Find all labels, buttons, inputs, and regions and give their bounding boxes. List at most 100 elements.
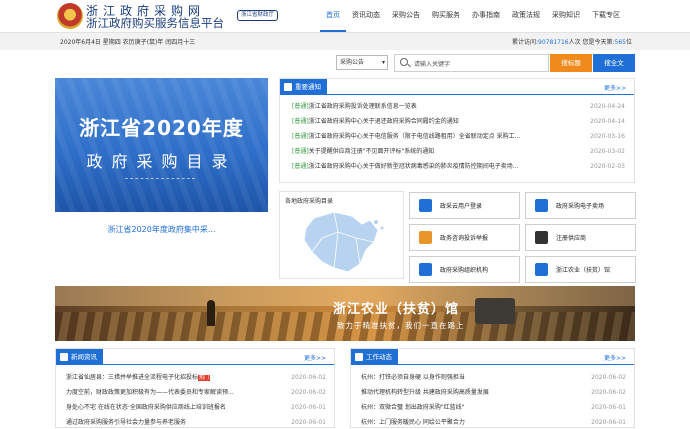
notice-tag: [普通] <box>292 118 309 125</box>
service-tile[interactable]: 政采云用户登录 <box>409 192 520 219</box>
news-more-link[interactable]: 更多>> <box>304 353 326 362</box>
visits-prefix: 累计访问: <box>512 39 539 46</box>
catalog-banner[interactable]: 浙江省2020年度 政府采购目录 <box>55 78 268 212</box>
visits-count: 90781716 <box>538 39 569 46</box>
notice-item[interactable]: [普通]浙江省政府采购中心关于退还政府采购合同履约金的通知 <box>292 115 562 128</box>
service-label: 注册供应商 <box>556 235 587 242</box>
search-icon <box>400 58 408 66</box>
farmer-figure <box>207 300 215 326</box>
service-icon <box>419 231 432 244</box>
service-label: 政务咨询投诉举报 <box>440 235 489 242</box>
notice-date: 2020-04-14 <box>590 118 625 125</box>
work-header: 工作动态 更多>> <box>351 349 634 365</box>
site-header: 浙江政府采购网 浙江政府购买服务信息平台 浙江省财政厅 首页 资讯动态 采购公告 购买… <box>0 0 690 32</box>
nav-item[interactable]: 办事指南 <box>466 0 506 32</box>
service-tile[interactable]: 注册供应商 <box>525 224 636 251</box>
work-tab[interactable]: 工作动态 <box>351 349 398 365</box>
search-input[interactable]: 请输入关键字 <box>394 54 549 72</box>
service-tile[interactable]: 政府采购电子卖场 <box>525 192 636 219</box>
notice-item[interactable]: [普通]浙江省政府采购中心关于电信服务（限于电信线路租用）全省联动定点 采购工.… <box>292 130 562 143</box>
notice-date: 2020-03-16 <box>590 133 625 140</box>
news-text: 力度空前，财政政策更加积极有为——代表委员和专家解读预... <box>66 389 234 396</box>
visits-mid: 人次 您是今天第: <box>568 39 615 46</box>
today-count: 565 <box>614 39 626 46</box>
news-header: 新闻资讯 更多>> <box>56 349 334 365</box>
news-text: 浙江省仙居县：三措并举推进全流程电子化招投标 <box>66 374 199 381</box>
news-tab[interactable]: 新闻资讯 <box>56 349 103 365</box>
work-date: 2020-06-02 <box>591 374 626 381</box>
banner-divider <box>125 178 195 180</box>
search-title-button[interactable]: 搜标题 <box>550 54 592 72</box>
search-category-value: 采购公告 <box>340 59 365 66</box>
work-text: 杭州：打铁必须自身硬 以身作则强担当 <box>361 374 465 381</box>
search-category-select[interactable]: 采购公告 ▾ <box>336 55 388 70</box>
work-text: 杭州：双微合璧 划出政府采购"红蓝线" <box>361 404 465 411</box>
nav-item[interactable]: 政策法规 <box>506 0 546 32</box>
news-icon <box>60 353 68 361</box>
notice-tag: [普通] <box>292 163 309 170</box>
nav-item[interactable]: 购买服务 <box>426 0 466 32</box>
nav-item[interactable]: 资讯动态 <box>346 0 386 32</box>
info-bar: 2020年6月4日 星期四 农历庚子(鼠)年 闰四月十三 累计访问:907817… <box>0 32 690 50</box>
news-date: 2020-06-01 <box>291 404 326 411</box>
service-icon <box>419 263 432 276</box>
work-item[interactable]: 杭州：双微合璧 划出政府采购"红蓝线" <box>361 401 576 414</box>
main-nav: 首页 资讯动态 采购公告 购买服务 办事指南 政策法规 采购知识 下载专区 <box>320 0 626 32</box>
notice-item[interactable]: [普通]关于提醒供应商注册"不见面开评标"系统的通知 <box>292 145 562 158</box>
notice-text: 关于提醒供应商注册"不见面开评标"系统的通知 <box>308 148 435 155</box>
work-title: 工作动态 <box>366 353 392 361</box>
service-tile[interactable]: 政务咨询投诉举报 <box>409 224 520 251</box>
work-more-link[interactable]: 更多>> <box>604 353 626 362</box>
service-label: 政府采购组织机构 <box>440 267 489 274</box>
regional-catalog-map[interactable]: 各地政府采购目录 <box>279 191 404 279</box>
notice-tag: [普通] <box>292 148 309 155</box>
news-item[interactable]: 身处心不宅 在线在状态·全国政府采购供应商线上培训班报名 <box>66 401 286 414</box>
work-item[interactable]: 杭州：上门服务暖民心 同绘公平聚合力 <box>361 416 576 429</box>
work-text: 推动代理机构转型升级 共建政府采购高质量发展 <box>361 389 489 396</box>
work-panel: 工作动态 更多>> 杭州：打铁必须自身硬 以身作则强担当 2020-06-02 推动… <box>350 348 635 428</box>
chevron-down-icon: ▾ <box>381 59 385 66</box>
service-icon <box>535 263 548 276</box>
nav-item[interactable]: 首页 <box>320 0 346 32</box>
service-icon <box>535 199 548 212</box>
news-item[interactable]: 浙江省仙居县：三措并举推进全流程电子化招投标热门 <box>66 371 286 384</box>
nav-item[interactable]: 采购知识 <box>546 0 586 32</box>
notice-date: 2020-02-03 <box>590 163 625 170</box>
service-tile[interactable]: 政府采购组织机构 <box>409 256 520 283</box>
news-date: 2020-06-02 <box>291 374 326 381</box>
notice-text: 浙江省政府采购中心关于退还政府采购合同履约金的通知 <box>308 118 459 125</box>
site-title-line2[interactable]: 浙江政府购买服务信息平台 <box>86 15 224 31</box>
department-badge[interactable]: 浙江省财政厅 <box>237 10 279 21</box>
agriculture-banner[interactable]: 浙江农业（扶贫）馆 致力于精准扶贫，我们一直在路上 <box>55 286 635 341</box>
news-panel: 新闻资讯 更多>> 浙江省仙居县：三措并举推进全流程电子化招投标热门 2020-0… <box>55 348 335 428</box>
banner-caption[interactable]: 浙江省2020年度政府集中采... <box>55 212 268 248</box>
zhejiang-map-icon <box>303 211 384 273</box>
nav-item[interactable]: 下载专区 <box>586 0 626 32</box>
visits-suffix: 位 <box>625 39 632 46</box>
notice-item[interactable]: [普通]浙江省政府采购投诉处理联系信息一览表 <box>292 100 562 113</box>
service-label: 浙江农业（扶贫）馆 <box>556 267 611 274</box>
news-item[interactable]: 力度空前，财政政策更加积极有为——代表委员和专家解读预... <box>66 386 286 399</box>
emblem-logo[interactable] <box>57 3 83 29</box>
service-icon <box>419 199 432 212</box>
work-date: 2020-06-01 <box>591 419 626 426</box>
notice-date: 2020-04-24 <box>590 103 625 110</box>
current-date: 2020年6月4日 星期四 农历庚子(鼠)年 闰四月十三 <box>60 39 196 46</box>
nav-item[interactable]: 采购公告 <box>386 0 426 32</box>
farm-slogan: 致力于精准扶贫，我们一直在路上 <box>337 321 465 330</box>
notices-tab[interactable]: 重要通知 <box>280 79 327 95</box>
service-tile[interactable]: 浙江农业（扶贫）馆 <box>525 256 636 283</box>
notices-header: 重要通知 更多>> <box>280 79 634 95</box>
search-fulltext-button[interactable]: 搜全文 <box>593 54 635 72</box>
news-date: 2020-06-01 <box>291 419 326 426</box>
notice-item[interactable]: [普通]浙江省政府采购中心关于做好新型冠状病毒感染的肺炎疫情防控期间电子卖场..… <box>292 160 562 173</box>
banner-subtitle: 政府采购目录 <box>86 152 237 171</box>
work-item[interactable]: 杭州：打铁必须自身硬 以身作则强担当 <box>361 371 576 384</box>
work-item[interactable]: 推动代理机构转型升级 共建政府采购高质量发展 <box>361 386 576 399</box>
work-date: 2020-06-01 <box>591 404 626 411</box>
news-item[interactable]: 通过政府采购服务引导社会力量参与养老服务 <box>66 416 286 429</box>
news-date: 2020-06-02 <box>291 389 326 396</box>
notices-more-link[interactable]: 更多>> <box>604 83 626 92</box>
notice-text: 浙江省政府采购中心关于做好新型冠状病毒感染的肺炎疫情防控期间电子卖场... <box>308 163 519 170</box>
service-icon <box>535 231 548 244</box>
